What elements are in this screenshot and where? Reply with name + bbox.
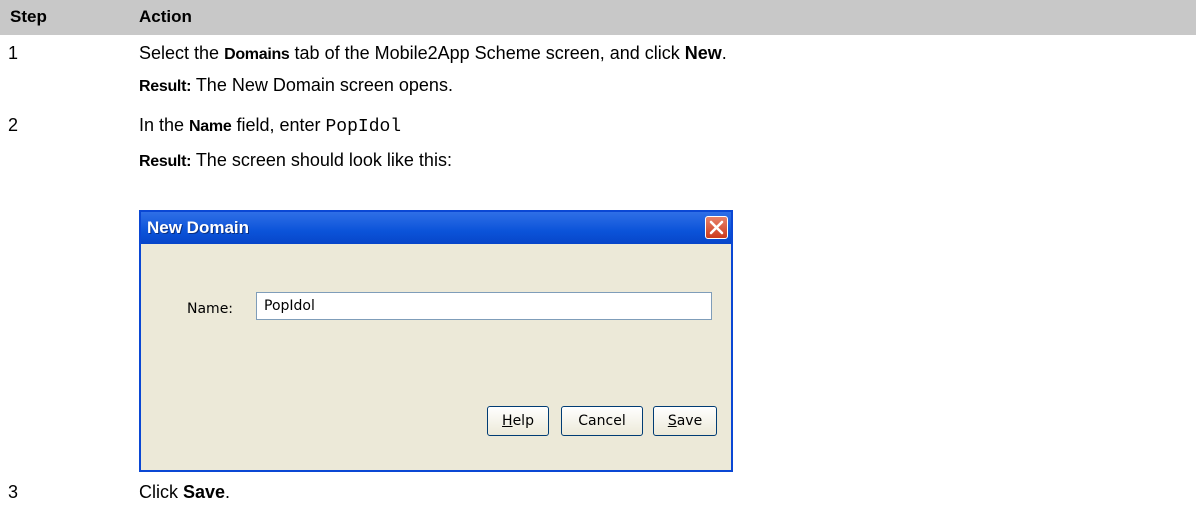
name-input[interactable]: PopIdol <box>256 292 712 320</box>
save-button[interactable]: Save <box>653 406 717 436</box>
code-text: PopIdol <box>325 117 402 137</box>
bold-term: New <box>684 43 722 63</box>
header-action: Action <box>139 7 192 26</box>
name-label: Name: <box>187 301 234 317</box>
step-number: 3 <box>8 482 19 502</box>
step-action: In the Name field, enter PopIdol <box>139 115 402 137</box>
bold-term: Save <box>183 482 226 502</box>
result-label: Result: <box>139 78 192 95</box>
step-result: Result: The New Domain screen opens. <box>139 75 453 95</box>
close-icon[interactable] <box>705 216 728 239</box>
bold-term: Name <box>189 118 232 135</box>
new-domain-dialog: New Domain Name: PopIdol Help Cancel Sav… <box>139 210 733 472</box>
step-action: Select the Domains tab of the Mobile2App… <box>139 43 727 63</box>
dialog-title: New Domain <box>147 218 250 237</box>
cancel-button[interactable]: Cancel <box>561 406 643 436</box>
bold-term: Domains <box>224 46 290 63</box>
step-action: Click Save. <box>139 482 231 502</box>
table-header: Step Action <box>0 0 1196 35</box>
dialog-titlebar[interactable]: New Domain <box>141 212 731 244</box>
help-button[interactable]: Help <box>487 406 549 436</box>
step-number: 2 <box>8 115 19 135</box>
result-label: Result: <box>139 153 192 170</box>
step-number: 1 <box>8 43 19 63</box>
step-result: Result: The screen should look like this… <box>139 150 452 170</box>
header-step: Step <box>10 7 47 26</box>
